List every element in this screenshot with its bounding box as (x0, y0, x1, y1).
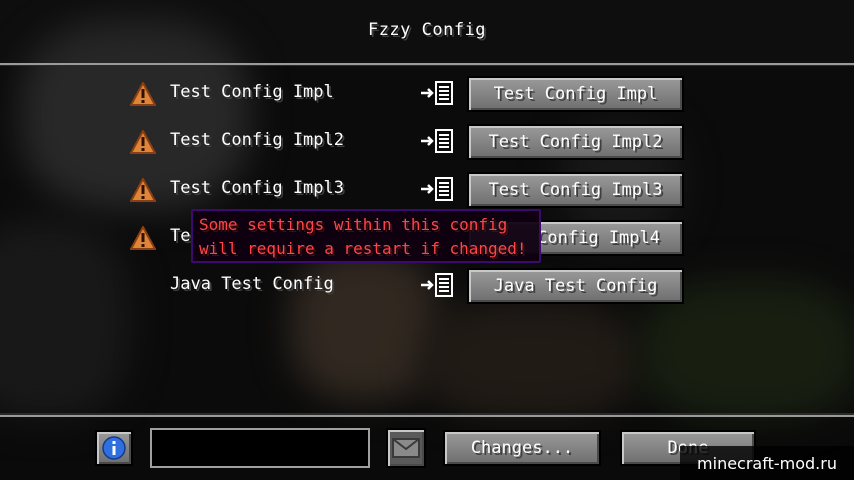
envelope-icon (392, 438, 420, 458)
tooltip-line: Some settings within this config (199, 215, 508, 234)
config-row: Test Config Impl2 Test Config Impl2 (0, 124, 854, 164)
search-input[interactable] (150, 428, 370, 468)
restart-warning-tooltip: Some settings within this config will re… (191, 209, 541, 263)
open-config-button[interactable]: Java Test Config (467, 268, 684, 304)
open-config-button[interactable]: Test Config Impl (467, 76, 684, 112)
config-row: Java Test Config Java Test Config (0, 268, 854, 308)
warning-icon (130, 226, 156, 250)
open-config-icon (421, 129, 453, 153)
config-label: Java Test Config (170, 274, 334, 294)
info-icon (102, 436, 126, 460)
info-button[interactable] (95, 430, 133, 466)
config-label: Test Config Impl2 (170, 130, 344, 150)
open-config-button[interactable]: Test Config Impl2 (467, 124, 684, 160)
watermark: minecraft-mod.ru (680, 446, 854, 480)
config-row: Test Config Impl Test Config Impl (0, 76, 854, 116)
warning-icon (130, 82, 156, 106)
config-label: Te (170, 226, 191, 246)
screen-title: Fzzy Config (367, 20, 487, 40)
open-config-icon (421, 81, 453, 105)
config-row: Test Config Impl3 Test Config Impl3 (0, 172, 854, 212)
tooltip-line: will require a restart if changed! (199, 239, 527, 258)
changelog-button[interactable] (386, 428, 426, 468)
config-label: Test Config Impl3 (170, 178, 344, 198)
open-config-icon (421, 177, 453, 201)
config-label: Test Config Impl (170, 82, 334, 102)
changes-button[interactable]: Changes... (443, 430, 601, 466)
warning-icon (130, 130, 156, 154)
open-config-icon (421, 273, 453, 297)
open-config-button[interactable]: Test Config Impl3 (467, 172, 684, 208)
warning-icon (130, 178, 156, 202)
